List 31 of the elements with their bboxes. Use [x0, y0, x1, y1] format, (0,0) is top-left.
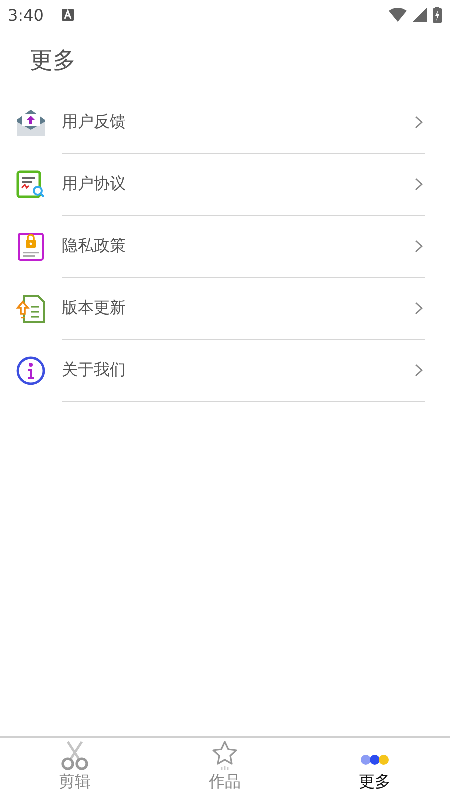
info-icon — [16, 356, 46, 386]
battery-icon — [433, 7, 442, 23]
page-title: 更多 — [29, 47, 77, 76]
update-document-icon — [16, 294, 46, 324]
tab[interactable]: 作品 — [150, 738, 300, 800]
menu-label: 用户反馈 — [62, 112, 127, 133]
menu-item[interactable]: 关于我们 — [0, 340, 450, 402]
menu-label: 版本更新 — [62, 298, 127, 319]
menu-item[interactable]: 用户反馈 — [0, 92, 450, 154]
menu-item[interactable]: 隐私政策 — [0, 216, 450, 278]
lock-document-icon — [16, 232, 46, 262]
chevron-icon — [415, 302, 423, 315]
notification-icon — [62, 9, 74, 21]
menu-item[interactable]: 用户协议 — [0, 154, 450, 216]
tab[interactable]: 剪辑 — [0, 738, 150, 800]
menu-label: 隐私政策 — [62, 236, 127, 257]
tab[interactable]: 更多 — [300, 738, 450, 800]
chevron-icon — [415, 240, 423, 253]
dots-icon — [359, 755, 391, 765]
envelope-icon — [16, 108, 46, 138]
menu-label: 用户协议 — [62, 174, 127, 195]
chevron-icon — [415, 178, 423, 191]
chevron-icon — [415, 116, 423, 129]
menu-item[interactable]: 版本更新 — [0, 278, 450, 340]
scissors-icon — [59, 741, 91, 771]
menu-label: 关于我们 — [62, 360, 127, 381]
chevron-icon — [415, 364, 423, 377]
wifi-icon — [389, 8, 407, 22]
status-time: 3:40 — [8, 6, 44, 24]
signal-icon — [413, 8, 427, 22]
document-search-icon — [16, 170, 46, 200]
